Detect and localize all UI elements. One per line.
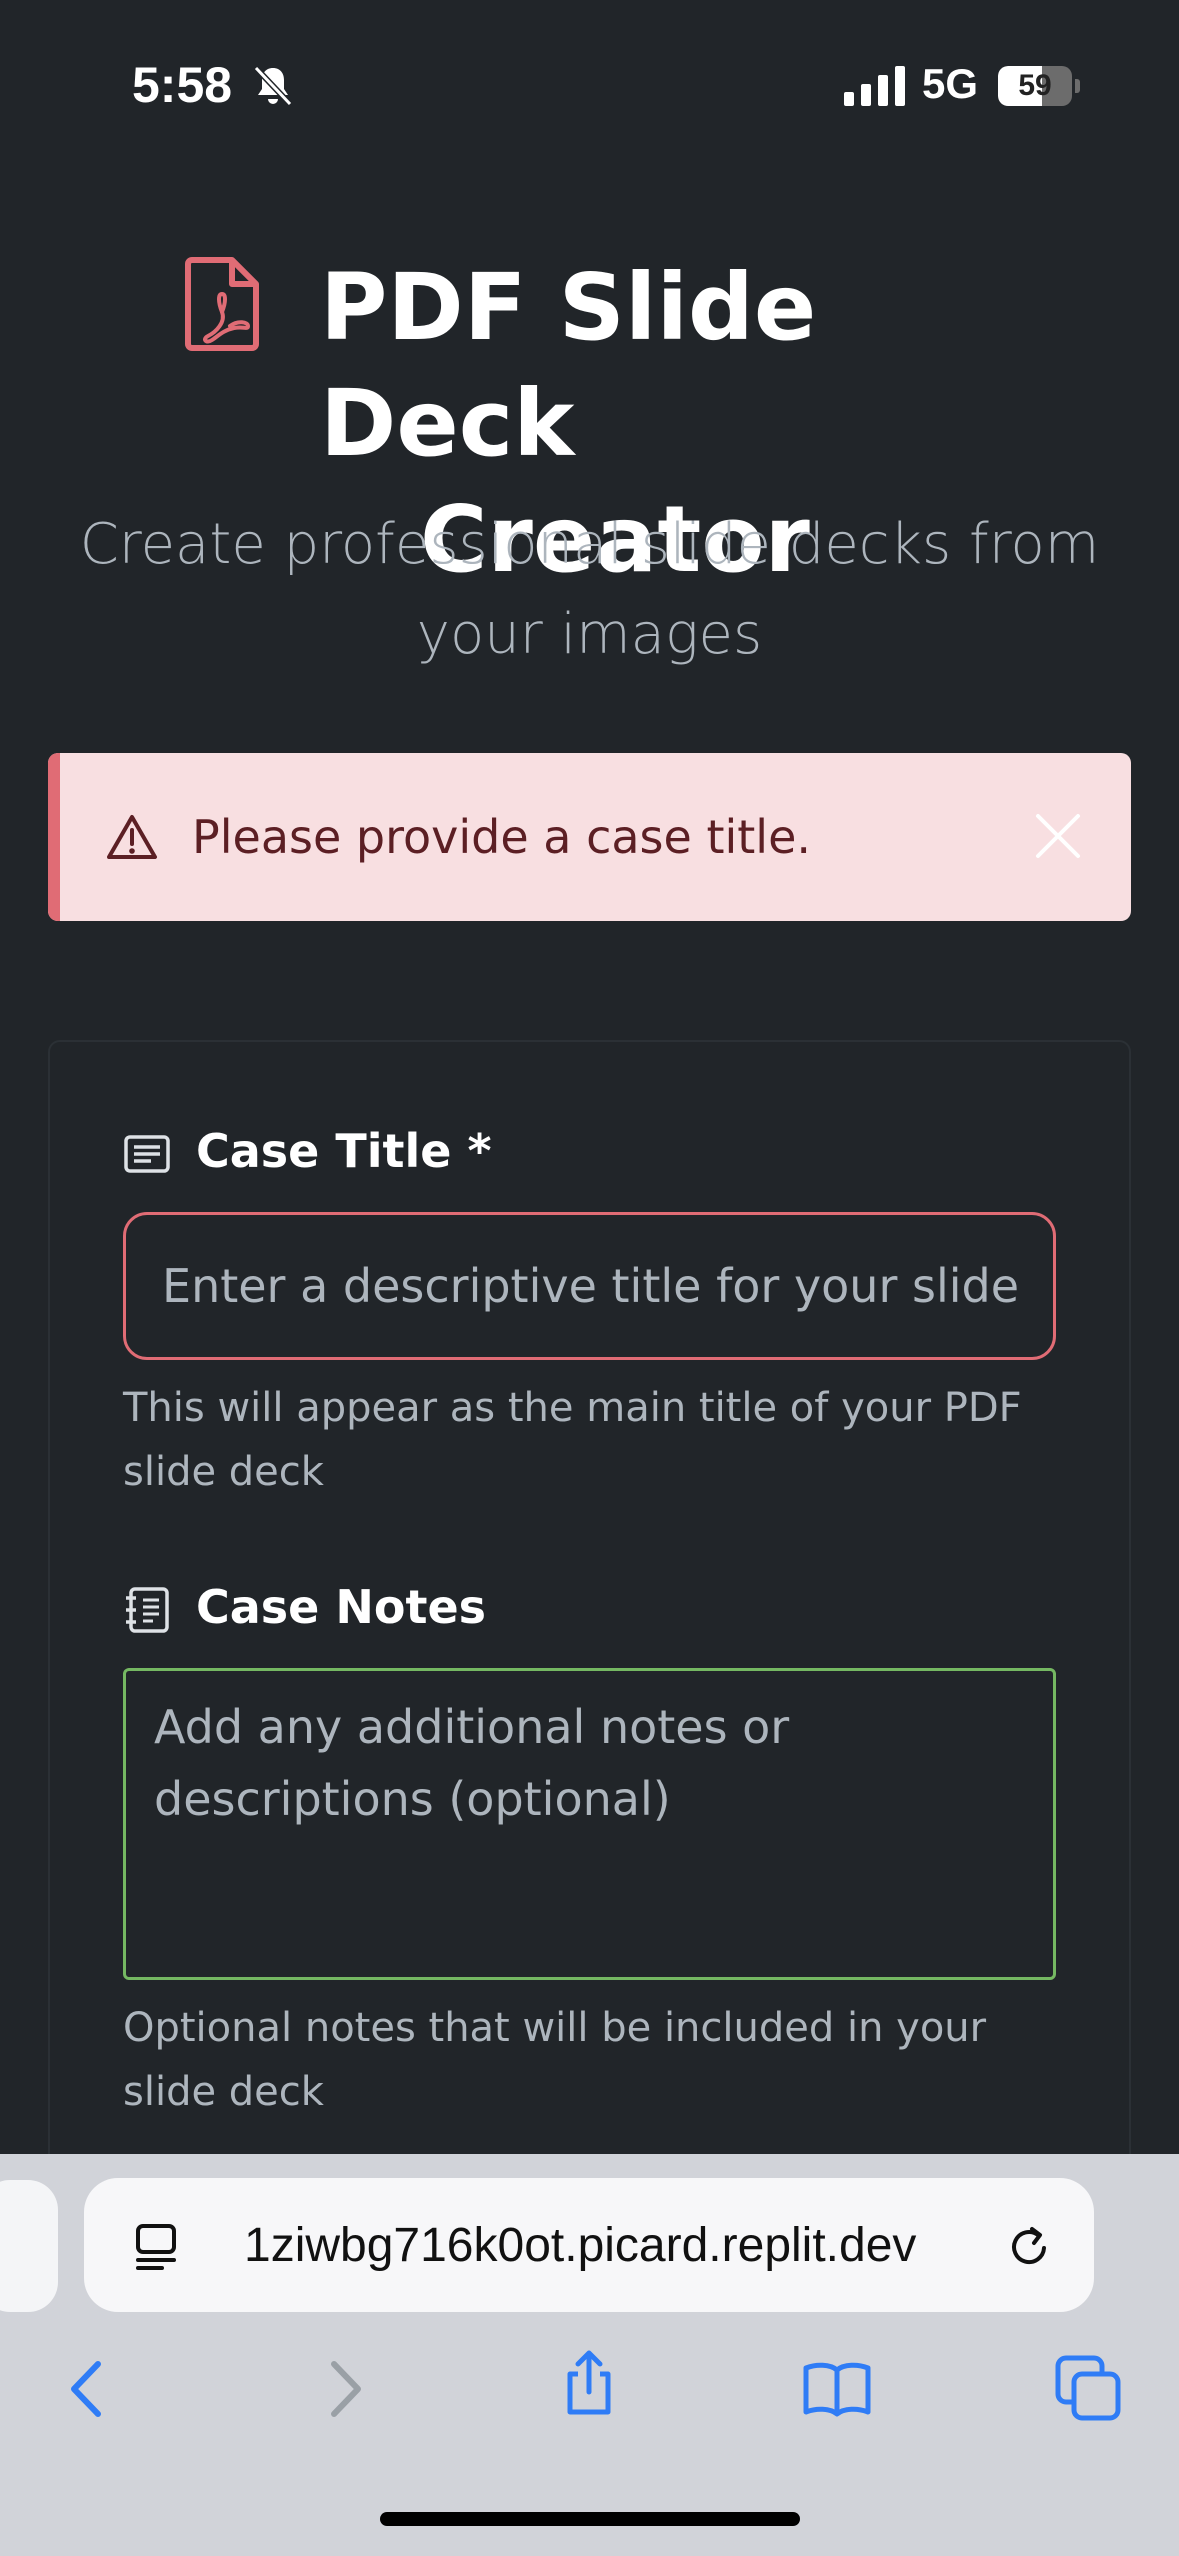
case-notes-help: Optional notes that will be included in … bbox=[123, 2005, 987, 2115]
battery-icon: 59 bbox=[998, 66, 1080, 106]
bookmarks-icon[interactable] bbox=[802, 2354, 872, 2424]
pdf-file-icon bbox=[185, 257, 259, 351]
case-title-input[interactable] bbox=[123, 1212, 1056, 1360]
card-text-icon bbox=[124, 1135, 170, 1173]
case-title-label: Case Title * bbox=[196, 1124, 492, 1178]
cellular-signal-icon bbox=[844, 66, 905, 106]
case-notes-textarea[interactable] bbox=[123, 1668, 1056, 1980]
alert-accent-bar bbox=[48, 753, 60, 921]
bell-muted-icon bbox=[253, 65, 293, 107]
share-icon[interactable] bbox=[554, 2348, 624, 2418]
address-url[interactable]: 1ziwbg716k0ot.picard.replit.dev bbox=[244, 2218, 916, 2273]
case-title-help: This will appear as the main title of yo… bbox=[123, 1385, 1022, 1495]
page-menu-icon[interactable] bbox=[132, 2220, 182, 2272]
status-time: 5:58 bbox=[132, 57, 233, 113]
network-type: 5G bbox=[922, 60, 979, 107]
previous-tab-peek[interactable] bbox=[0, 2180, 58, 2312]
reload-icon[interactable] bbox=[1004, 2220, 1054, 2272]
back-icon[interactable] bbox=[54, 2354, 124, 2424]
case-notes-label: Case Notes bbox=[196, 1580, 487, 1634]
page-title-line1: PDF Slide Deck bbox=[320, 254, 817, 477]
home-indicator bbox=[380, 2512, 800, 2526]
page-subtitle: Create professional slide decks from you… bbox=[79, 512, 1100, 667]
alert-message: Please provide a case title. bbox=[192, 810, 812, 864]
tabs-icon[interactable] bbox=[1054, 2354, 1124, 2424]
journal-text-icon bbox=[126, 1587, 169, 1633]
close-icon[interactable] bbox=[1034, 812, 1082, 860]
forward-icon[interactable] bbox=[308, 2354, 378, 2424]
battery-level: 59 bbox=[1018, 69, 1052, 102]
warning-triangle-icon bbox=[107, 815, 157, 859]
status-bar: 5:58 5G 59 bbox=[0, 0, 1179, 175]
